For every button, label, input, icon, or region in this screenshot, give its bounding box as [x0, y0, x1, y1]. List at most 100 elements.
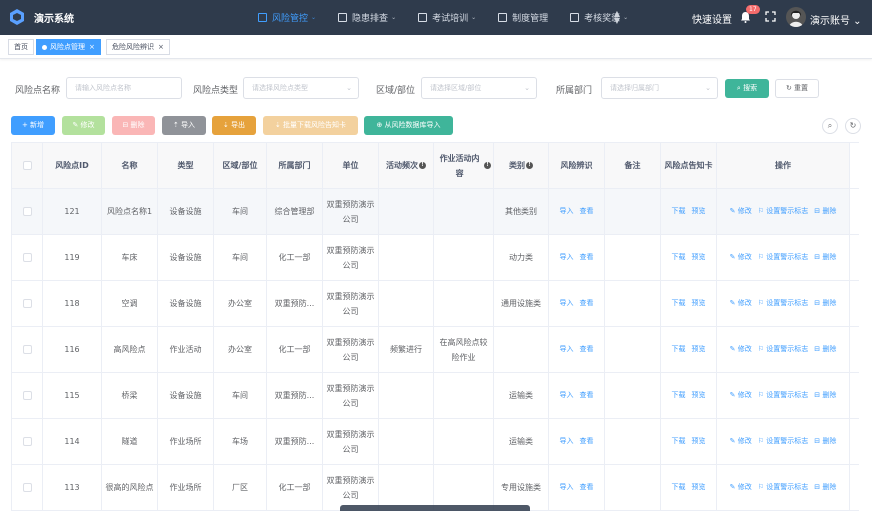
notice-card-preview-link[interactable]: 预览 [692, 434, 706, 449]
row-checkbox[interactable] [22, 483, 32, 492]
quick-settings-link[interactable]: 快速设置 [692, 11, 732, 26]
row-delete-button[interactable]: ⊟ 删除 [814, 480, 836, 495]
risk-identify-import-link[interactable]: 导入 [560, 296, 574, 311]
username-dropdown[interactable]: 演示账号 ⌄ [810, 12, 862, 27]
horizontal-scrollbar[interactable] [340, 505, 530, 511]
close-icon[interactable]: × [89, 43, 95, 51]
refresh-icon[interactable]: ↻ [845, 118, 861, 134]
tab-home[interactable]: 首页 [8, 39, 34, 55]
toggle-search-icon[interactable]: ⌕ [822, 118, 838, 134]
table-row[interactable]: 115 桥梁 设备设施 车间 双重预防... 双重预防演示公司 运输类 导入 查看 下载 预览 ✎ 修… [12, 373, 859, 419]
cell-name: 桥梁 [102, 373, 158, 418]
cell-id: 121 [43, 189, 102, 234]
risk-identify-view-link[interactable]: 查看 [580, 434, 594, 449]
notice-card-preview-link[interactable]: 预览 [692, 480, 706, 495]
notice-card-download-link[interactable]: 下载 [672, 434, 686, 449]
type-filter-select[interactable]: 请选择风险点类型 ⌄ [243, 77, 359, 99]
risk-identify-view-link[interactable]: 查看 [580, 480, 594, 495]
fullscreen-icon[interactable] [765, 11, 776, 22]
row-set-warning-button[interactable]: ⚐ 设置警示标志 [758, 480, 809, 495]
row-delete-button[interactable]: ⊟ 删除 [814, 388, 836, 403]
row-delete-button[interactable]: ⊟ 删除 [814, 296, 836, 311]
notice-card-preview-link[interactable]: 预览 [692, 250, 706, 265]
notice-card-preview-link[interactable]: 预览 [692, 204, 706, 219]
close-icon[interactable]: × [158, 43, 164, 51]
risk-identify-import-link[interactable]: 导入 [560, 480, 574, 495]
dept-filter-select[interactable]: 请选择归属部门 ⌄ [601, 77, 718, 99]
row-checkbox[interactable] [22, 299, 32, 308]
row-edit-button[interactable]: ✎ 修改 [730, 296, 752, 311]
cell-notice-card: 下载 预览 [661, 235, 717, 280]
name-filter-input[interactable]: 请输入风险点名称 [66, 77, 182, 99]
notice-card-preview-link[interactable]: 预览 [692, 342, 706, 357]
risk-identify-view-link[interactable]: 查看 [580, 388, 594, 403]
table-row[interactable]: 116 高风险点 作业活动 办公室 化工一部 双重预防演示公司 频繁进行 在高风险点较险作业 导… [12, 327, 859, 373]
row-edit-button[interactable]: ✎ 修改 [730, 342, 752, 357]
row-edit-button[interactable]: ✎ 修改 [730, 480, 752, 495]
row-edit-button[interactable]: ✎ 修改 [730, 250, 752, 265]
row-edit-button[interactable]: ✎ 修改 [730, 434, 752, 449]
edit-button[interactable]: ✎ 修改 [62, 116, 105, 135]
export-button[interactable]: ⇣ 导出 [212, 116, 256, 135]
row-delete-button[interactable]: ⊟ 删除 [814, 204, 836, 219]
notice-card-download-link[interactable]: 下载 [672, 342, 686, 357]
nav-risk-control[interactable]: 风险管控 ⌄ [258, 11, 316, 24]
notice-card-preview-link[interactable]: 预览 [692, 296, 706, 311]
table-row[interactable]: 118 空调 设备设施 办公室 双重预防... 双重预防演示公司 通用设施类 导入 查看 下载 预览… [12, 281, 859, 327]
risk-identify-import-link[interactable]: 导入 [560, 204, 574, 219]
search-button[interactable]: ⌕ 搜索 [725, 79, 769, 98]
notice-card-download-link[interactable]: 下载 [672, 480, 686, 495]
nav-scroll-arrows-icon[interactable]: ▲ ▼ [612, 10, 622, 25]
risk-identify-view-link[interactable]: 查看 [580, 250, 594, 265]
row-checkbox[interactable] [22, 207, 32, 216]
nav-policy[interactable]: 制度管理 [498, 11, 548, 24]
notice-card-download-link[interactable]: 下载 [672, 296, 686, 311]
row-edit-button[interactable]: ✎ 修改 [730, 388, 752, 403]
risk-identify-view-link[interactable]: 查看 [580, 204, 594, 219]
nav-hazard-check[interactable]: 隐患排查 ⌄ [338, 11, 396, 24]
table-row[interactable]: 114 隧道 作业场所 车场 双重预防... 双重预防演示公司 运输类 导入 查看 下载 预览 ✎ 修… [12, 419, 859, 465]
row-checkbox[interactable] [22, 253, 32, 262]
import-button[interactable]: ⇡ 导入 [162, 116, 206, 135]
risk-identify-import-link[interactable]: 导入 [560, 342, 574, 357]
table-row[interactable]: 121 风险点名称1 设备设施 车间 综合管理部 双重预防演示公司 其他类别 导入 查看 下载 预览… [12, 189, 859, 235]
row-set-warning-button[interactable]: ⚐ 设置警示标志 [758, 388, 809, 403]
delete-button[interactable]: ⊟ 删除 [112, 116, 155, 135]
risk-identify-view-link[interactable]: 查看 [580, 342, 594, 357]
row-checkbox[interactable] [22, 391, 32, 400]
tab-risk-identify[interactable]: 危险风险辨识 × [106, 39, 170, 55]
cell-type: 作业场所 [158, 465, 214, 510]
info-icon: ! [484, 162, 491, 169]
import-from-library-button[interactable]: ⊕ 从风险数据库导入 [364, 116, 453, 135]
row-checkbox[interactable] [22, 345, 32, 354]
row-set-warning-button[interactable]: ⚐ 设置警示标志 [758, 342, 809, 357]
row-set-warning-button[interactable]: ⚐ 设置警示标志 [758, 434, 809, 449]
risk-identify-import-link[interactable]: 导入 [560, 250, 574, 265]
notice-card-preview-link[interactable]: 预览 [692, 388, 706, 403]
row-set-warning-button[interactable]: ⚐ 设置警示标志 [758, 250, 809, 265]
avatar[interactable] [786, 7, 806, 27]
cell-unit: 双重预防演示公司 [323, 281, 379, 326]
notice-card-download-link[interactable]: 下载 [672, 204, 686, 219]
row-checkbox[interactable] [22, 437, 32, 446]
notice-card-download-link[interactable]: 下载 [672, 388, 686, 403]
row-set-warning-button[interactable]: ⚐ 设置警示标志 [758, 296, 809, 311]
table-row[interactable]: 119 车床 设备设施 车间 化工一部 双重预防演示公司 动力类 导入 查看 下载 预览 ✎ 修改 ⚐ … [12, 235, 859, 281]
row-delete-button[interactable]: ⊟ 删除 [814, 250, 836, 265]
row-delete-button[interactable]: ⊟ 删除 [814, 434, 836, 449]
select-all-checkbox[interactable] [22, 161, 32, 170]
add-button[interactable]: + 新增 [11, 116, 55, 135]
area-filter-select[interactable]: 请选择区域/部位 ⌄ [421, 77, 537, 99]
row-delete-button[interactable]: ⊟ 删除 [814, 342, 836, 357]
row-edit-button[interactable]: ✎ 修改 [730, 204, 752, 219]
tab-risk-point[interactable]: 风险点管理 × [36, 39, 101, 55]
risk-identify-view-link[interactable]: 查看 [580, 296, 594, 311]
risk-identify-import-link[interactable]: 导入 [560, 434, 574, 449]
row-set-warning-button[interactable]: ⚐ 设置警示标志 [758, 204, 809, 219]
batch-download-button[interactable]: ⇣ 批量下载风险告知卡 [263, 116, 358, 135]
risk-identify-import-link[interactable]: 导入 [560, 388, 574, 403]
cell-notice-card: 下载 预览 [661, 373, 717, 418]
nav-exam-training[interactable]: 考试培训 ⌄ [418, 11, 476, 24]
notice-card-download-link[interactable]: 下载 [672, 250, 686, 265]
reset-button[interactable]: ↻ 重置 [775, 79, 819, 98]
